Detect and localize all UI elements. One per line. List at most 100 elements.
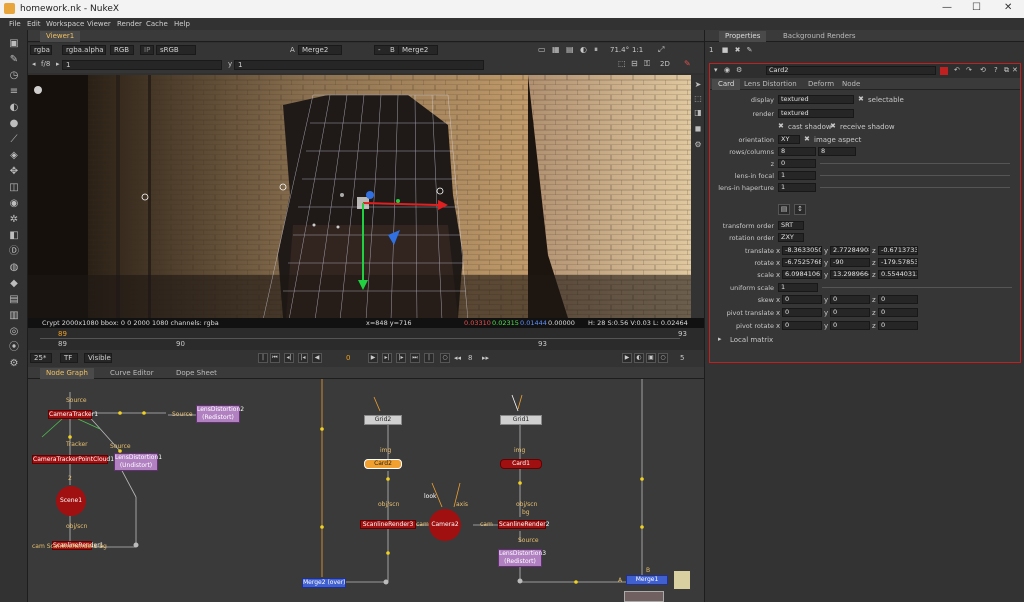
clear-panel-icon[interactable]: ✖ xyxy=(735,46,741,54)
roi-icon[interactable]: ▭ xyxy=(538,45,546,54)
rotation-order-select[interactable]: ZXY xyxy=(778,233,804,242)
3d-icon[interactable]: ◫ xyxy=(8,182,20,194)
stop-icon[interactable]: ◼ xyxy=(692,123,704,135)
ocio-icon[interactable]: ▥ xyxy=(8,310,20,322)
max-panels-icon[interactable]: 1 xyxy=(709,46,713,54)
sync-button[interactable]: ○ xyxy=(658,353,668,363)
image-aspect-checkbox[interactable]: ✖ xyxy=(804,135,810,143)
pause-icon[interactable]: ⏸ xyxy=(594,45,598,55)
rotate-x-field[interactable]: -6.75257682 xyxy=(782,258,822,267)
filter-icon[interactable]: ● xyxy=(8,118,20,130)
selectable-checkbox[interactable]: ✖ xyxy=(858,95,864,103)
fstop-value[interactable]: f/8 xyxy=(41,60,50,68)
flipbook-button[interactable]: ▶ xyxy=(622,353,632,363)
viewer-canvas[interactable] xyxy=(28,75,691,318)
toolsets-icon[interactable]: ◍ xyxy=(8,262,20,274)
overlay-icon[interactable]: ▦ xyxy=(552,45,560,54)
menu-cache[interactable]: Cache xyxy=(146,20,168,28)
prev-keyframe-button[interactable]: ⏮ xyxy=(270,353,280,363)
tab-card[interactable]: Card xyxy=(712,79,741,90)
fps-field[interactable]: 25* xyxy=(30,353,52,363)
merge-icon[interactable]: ◈ xyxy=(8,150,20,162)
float-icon[interactable]: ⧉ xyxy=(1004,66,1009,75)
display-select[interactable]: textured xyxy=(778,95,854,104)
tab-node[interactable]: Node xyxy=(836,79,866,90)
draw-icon[interactable]: ✎ xyxy=(8,54,20,66)
skew-y-field[interactable]: 0 xyxy=(830,295,870,304)
zoom-value[interactable]: 71.4° xyxy=(610,46,629,54)
next-icon[interactable]: ▸ xyxy=(56,60,60,68)
rotate-y-field[interactable]: -90 xyxy=(830,258,870,267)
translate-z-field[interactable]: -0.67137331 xyxy=(878,246,918,255)
redo-icon[interactable]: ↷ xyxy=(966,66,972,74)
pivot-rotate-y-field[interactable]: 0 xyxy=(830,321,870,330)
point-cloud-node[interactable]: CameraTrackerPointCloud1 xyxy=(32,455,114,464)
translate-x-field[interactable]: -8.36330505 xyxy=(782,246,822,255)
edit-icon[interactable]: ✎ xyxy=(747,46,753,54)
rotate-z-field[interactable]: -179.578536 xyxy=(878,258,918,267)
lens-distortion1-node[interactable]: LensDistortion1 (Undistort) xyxy=(114,453,162,471)
gamma-field[interactable]: 1 xyxy=(234,60,484,70)
gizmo-icon[interactable]: ⦿ xyxy=(8,342,20,354)
lens-focal-slider[interactable] xyxy=(820,175,1010,182)
menu-help[interactable]: Help xyxy=(174,20,190,28)
b-input-select[interactable]: Merge2 xyxy=(398,45,438,55)
maximize-button[interactable]: ☐ xyxy=(972,2,981,13)
tf-select[interactable]: TF xyxy=(60,353,78,363)
scanline-render3-node[interactable]: ScanlineRender3 xyxy=(360,520,416,529)
tab-viewer1[interactable]: Viewer1 xyxy=(40,31,81,42)
ratio-value[interactable]: 1:1 xyxy=(632,46,643,54)
snap-icon[interactable]: ⚙ xyxy=(692,139,704,151)
uniform-scale-field[interactable]: 1 xyxy=(778,283,818,292)
rewind-icon[interactable]: ◂◂ xyxy=(454,354,461,362)
mode-2d-select[interactable]: 2D xyxy=(660,60,670,68)
card2-node[interactable]: Card2 xyxy=(364,459,402,469)
pivot-translate-x-field[interactable]: 0 xyxy=(782,308,822,317)
local-matrix-toggle[interactable]: ▸ xyxy=(718,335,722,343)
transform-icon[interactable]: ✥ xyxy=(8,166,20,178)
image-icon[interactable]: ▣ xyxy=(8,38,20,50)
menu-edit[interactable]: Edit xyxy=(27,20,41,28)
select-icon[interactable]: ⬚ xyxy=(692,93,704,105)
tab-lens-distortion[interactable]: Lens Distortion xyxy=(738,79,803,90)
lens-focal-field[interactable]: 1 xyxy=(778,171,816,180)
display-lut-select[interactable]: sRGB xyxy=(156,45,196,55)
lens-haperture-field[interactable]: 1 xyxy=(778,183,816,192)
next-keyframe-button[interactable]: ⏭ xyxy=(410,353,420,363)
grid2-node[interactable]: Grid2 xyxy=(364,415,402,425)
time-icon[interactable]: ◷ xyxy=(8,70,20,82)
first-frame-button[interactable]: | xyxy=(258,353,268,363)
lut-icon[interactable]: ◐ xyxy=(580,45,587,54)
ip-button[interactable]: IP xyxy=(140,45,154,55)
current-frame-marker[interactable]: 89 xyxy=(58,330,67,338)
cast-shadow-checkbox[interactable]: ✖ xyxy=(778,122,784,130)
timeline[interactable]: 89 89 90 93 93 xyxy=(28,328,704,350)
scale-x-field[interactable]: 6.09841061 xyxy=(782,270,822,279)
menu-viewer[interactable]: Viewer xyxy=(87,20,111,28)
select-arrow-icon[interactable]: ➤ xyxy=(692,79,704,91)
menu-render[interactable]: Render xyxy=(117,20,142,28)
lock-icon[interactable]: ⚿ xyxy=(644,59,650,69)
close-button[interactable]: ✕ xyxy=(1004,2,1012,13)
merge1-node[interactable]: Merge1 xyxy=(626,575,668,585)
receive-shadow-checkbox[interactable]: ✖ xyxy=(830,122,836,130)
lock-panel-icon[interactable]: ■ xyxy=(722,46,729,54)
camera-tracker-node[interactable]: CameraTracker1 xyxy=(48,410,98,419)
menu-file[interactable]: File xyxy=(9,20,21,28)
keyer-icon[interactable]: ⟋ xyxy=(8,134,20,146)
alpha-channel-select[interactable]: rgba.alpha xyxy=(62,45,106,55)
particles-icon[interactable]: ✲ xyxy=(8,214,20,226)
frame-field[interactable]: 0 xyxy=(346,354,350,362)
pin-icon[interactable]: ✎ xyxy=(684,59,691,68)
node-color-swatch[interactable] xyxy=(940,67,948,75)
step-forward-button[interactable]: |▸ xyxy=(396,353,406,363)
channel-icon[interactable]: ≡ xyxy=(8,86,20,98)
airtools-icon[interactable]: ◎ xyxy=(8,326,20,338)
pivot-translate-z-field[interactable]: 0 xyxy=(878,308,918,317)
cache-button[interactable]: ▣ xyxy=(646,353,656,363)
z-slider[interactable] xyxy=(820,163,1010,170)
deep-icon[interactable]: ◧ xyxy=(8,230,20,242)
increment-value[interactable]: 5 xyxy=(680,354,684,362)
crop-icon[interactable]: ⬚ xyxy=(618,59,626,68)
card1-node[interactable]: Card1 xyxy=(500,459,542,469)
